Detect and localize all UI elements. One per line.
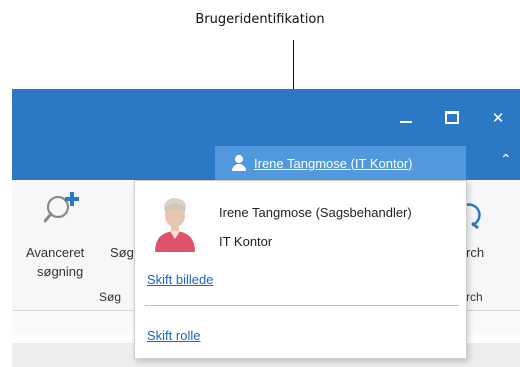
dropdown-separator <box>145 305 459 306</box>
collapse-ribbon-icon[interactable]: ⌃ <box>500 152 512 168</box>
change-role-link[interactable]: Skift rolle <box>147 328 200 343</box>
user-dropdown: Irene Tangmose (Sagsbehandler) IT Kontor… <box>134 180 467 359</box>
user-icon <box>232 155 246 171</box>
advanced-search-label-1[interactable]: Avanceret <box>26 245 84 260</box>
minimize-icon <box>400 120 412 123</box>
partial-group-label: rch <box>466 290 483 304</box>
search-label-partial[interactable]: Søg <box>110 245 134 260</box>
close-button[interactable]: ✕ <box>478 89 518 146</box>
user-menu-button[interactable]: Irene Tangmose (IT Kontor) <box>215 146 466 180</box>
maximize-button[interactable] <box>432 89 472 146</box>
user-avatar-icon <box>155 198 195 252</box>
advanced-search-icon[interactable] <box>44 190 80 226</box>
user-full-name: Irene Tangmose (Sagsbehandler) <box>219 205 412 220</box>
maximize-icon <box>445 111 459 124</box>
advanced-search-label-2[interactable]: søgning <box>37 264 83 279</box>
user-organization: IT Kontor <box>219 234 273 249</box>
minimize-button[interactable] <box>386 89 426 146</box>
change-picture-link[interactable]: Skift billede <box>147 272 213 287</box>
user-menu-label[interactable]: Irene Tangmose (IT Kontor) <box>254 156 413 171</box>
ribbon-group-label: Søg <box>99 290 122 304</box>
partial-search-label[interactable]: rch <box>466 245 484 260</box>
callout-label: Brugeridentifikation <box>195 12 325 27</box>
close-icon: ✕ <box>491 108 505 127</box>
title-bar: ✕ <box>12 89 520 146</box>
partial-search-icon <box>466 203 481 229</box>
